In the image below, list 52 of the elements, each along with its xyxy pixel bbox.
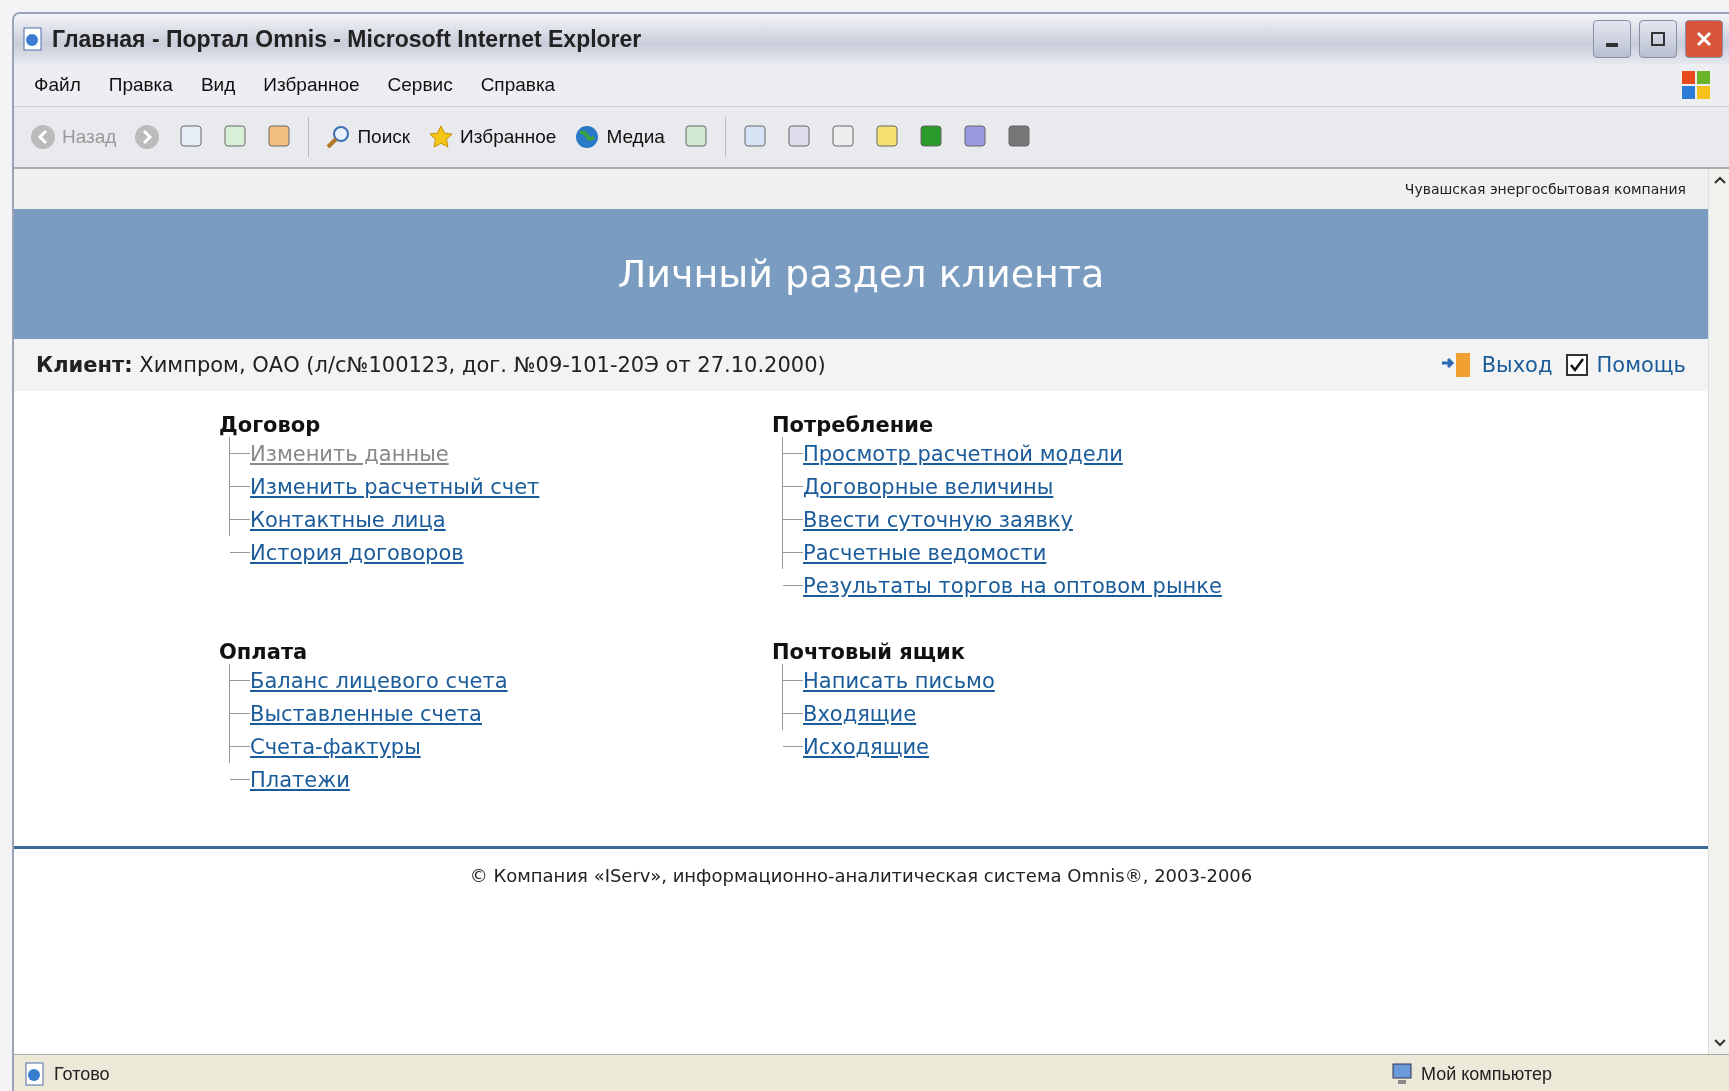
page-icon — [22, 27, 44, 51]
menu-link[interactable]: Просмотр расчетной модели — [803, 441, 1123, 466]
close-icon — [1696, 31, 1712, 47]
menu-link[interactable]: Выставленные счета — [250, 701, 482, 726]
menu-item[interactable]: Сервис — [387, 74, 453, 96]
menu-link[interactable]: Исходящие — [803, 734, 930, 759]
menu-link[interactable]: История договоров — [250, 540, 464, 565]
company-name: Чувашская энергосбытовая компания — [1404, 181, 1686, 197]
menu-link[interactable]: Ввести суточную заявку — [803, 507, 1073, 532]
favorites-button[interactable]: Избранное — [426, 122, 559, 152]
close-button[interactable] — [1685, 20, 1723, 58]
maximize-icon — [1650, 31, 1666, 47]
section-title: Договор — [219, 413, 322, 437]
menu-link[interactable]: Написать письмо — [803, 668, 995, 693]
minimize-button[interactable] — [1593, 20, 1631, 58]
zone-text: Мой компьютер — [1421, 1063, 1554, 1085]
menu-item[interactable]: Избранное — [263, 74, 360, 96]
media-button[interactable]: Медиа — [572, 122, 667, 152]
menu-link[interactable]: Изменить данные — [250, 441, 449, 466]
menu-link[interactable]: Расчетные ведомости — [803, 540, 1047, 565]
windows-logo-icon — [1681, 70, 1711, 100]
star-icon — [428, 124, 455, 150]
menu-link[interactable]: Входящие — [803, 701, 917, 726]
window-title: Главная - Портал Omnis - Microsoft Internet Explorer — [52, 25, 643, 53]
menu-link[interactable]: Контактные лица — [250, 507, 446, 532]
menu-link[interactable]: Баланс лицевого счета — [250, 668, 508, 693]
section-title: Почтовый ящик — [772, 640, 966, 664]
computer-icon — [1391, 1062, 1413, 1086]
logout-link[interactable]: Выход — [1481, 353, 1553, 377]
maximize-button[interactable] — [1639, 20, 1677, 58]
section-title: Потребление — [772, 413, 935, 437]
section-title: Оплата — [219, 640, 309, 664]
globe-icon — [574, 124, 601, 150]
page-icon — [24, 1062, 46, 1086]
search-button[interactable]: Поиск — [323, 122, 413, 152]
menu-item[interactable]: Правка — [108, 74, 173, 96]
menu-link[interactable]: Договорные величины — [803, 474, 1054, 499]
client-info: Клиент: Химпром, ОАО (л/с№100123, дог. №09-101-20Э от 27.10.2000) — [36, 353, 827, 377]
page-heading: Личный раздел клиента — [617, 252, 1105, 296]
menu-link[interactable]: Платежи — [250, 767, 350, 792]
menu-link[interactable]: Счета-фактуры — [250, 734, 421, 759]
checkbox-icon — [1564, 353, 1589, 377]
footer-text: © Компания «IServ», информационно-аналитическая система Omnis®, 2003-2006 — [469, 865, 1253, 886]
search-icon — [325, 124, 352, 150]
menu-link[interactable]: Результаты торгов на оптовом рынке — [803, 573, 1222, 598]
menu-link[interactable]: Изменить расчетный счет — [250, 474, 540, 499]
menu-item[interactable]: Вид — [200, 74, 236, 96]
minimize-icon — [1606, 43, 1618, 47]
menu-item[interactable]: Файл — [34, 74, 81, 96]
status-text: Готово — [54, 1063, 111, 1085]
menu-item[interactable]: Справка — [480, 74, 556, 96]
help-link[interactable]: Помощь — [1596, 353, 1686, 377]
